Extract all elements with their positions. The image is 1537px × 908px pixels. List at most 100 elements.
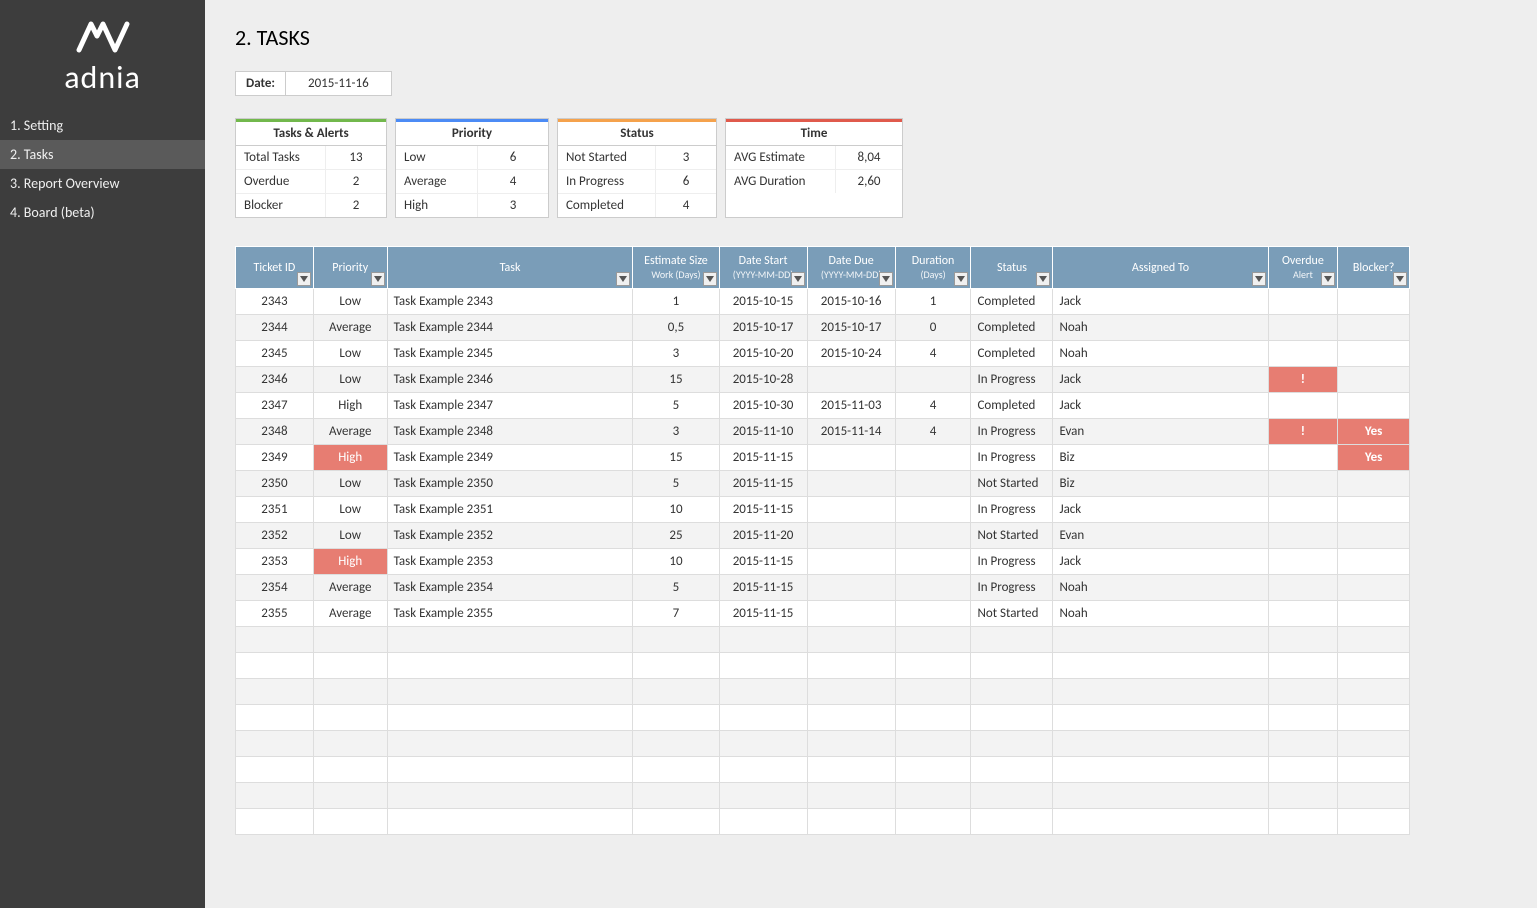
cell-empty[interactable]: [807, 783, 895, 809]
table-row-empty[interactable]: [236, 809, 1410, 835]
cell-task[interactable]: Task Example 2352: [387, 523, 633, 549]
column-header-0[interactable]: Ticket ID: [236, 247, 314, 289]
cell-estimate[interactable]: 3: [633, 419, 719, 445]
cell-duration[interactable]: [895, 601, 971, 627]
cell-date-start[interactable]: 2015-10-28: [719, 367, 807, 393]
cell-status[interactable]: Completed: [971, 393, 1053, 419]
cell-status[interactable]: In Progress: [971, 549, 1053, 575]
cell-empty[interactable]: [1268, 679, 1338, 705]
cell-ticket-id[interactable]: 2343: [236, 289, 314, 315]
cell-date-due[interactable]: 2015-10-16: [807, 289, 895, 315]
cell-assigned[interactable]: Noah: [1053, 601, 1268, 627]
table-row[interactable]: 2352LowTask Example 2352252015-11-20Not …: [236, 523, 1410, 549]
cell-blocker[interactable]: [1338, 523, 1410, 549]
cell-blocker[interactable]: [1338, 497, 1410, 523]
cell-empty[interactable]: [387, 809, 633, 835]
cell-ticket-id[interactable]: 2346: [236, 367, 314, 393]
cell-assigned[interactable]: Jack: [1053, 367, 1268, 393]
cell-empty[interactable]: [971, 627, 1053, 653]
cell-empty[interactable]: [236, 627, 314, 653]
cell-assigned[interactable]: Biz: [1053, 471, 1268, 497]
cell-priority[interactable]: Low: [313, 471, 387, 497]
cell-duration[interactable]: [895, 367, 971, 393]
table-row-empty[interactable]: [236, 653, 1410, 679]
cell-empty[interactable]: [1338, 783, 1410, 809]
cell-status[interactable]: Completed: [971, 289, 1053, 315]
cell-ticket-id[interactable]: 2344: [236, 315, 314, 341]
cell-empty[interactable]: [971, 731, 1053, 757]
cell-task[interactable]: Task Example 2354: [387, 575, 633, 601]
table-row[interactable]: 2344AverageTask Example 23440,52015-10-1…: [236, 315, 1410, 341]
cell-estimate[interactable]: 5: [633, 575, 719, 601]
filter-dropdown-icon[interactable]: [371, 272, 385, 286]
column-header-5[interactable]: Date Due(YYYY-MM-DD): [807, 247, 895, 289]
cell-empty[interactable]: [313, 653, 387, 679]
cell-empty[interactable]: [1268, 731, 1338, 757]
cell-task[interactable]: Task Example 2351: [387, 497, 633, 523]
cell-task[interactable]: Task Example 2346: [387, 367, 633, 393]
cell-date-due[interactable]: [807, 523, 895, 549]
cell-empty[interactable]: [236, 653, 314, 679]
table-row-empty[interactable]: [236, 757, 1410, 783]
cell-empty[interactable]: [1338, 731, 1410, 757]
cell-duration[interactable]: [895, 445, 971, 471]
cell-empty[interactable]: [971, 705, 1053, 731]
filter-dropdown-icon[interactable]: [703, 272, 717, 286]
cell-overdue[interactable]: [1268, 497, 1338, 523]
cell-empty[interactable]: [807, 653, 895, 679]
column-header-4[interactable]: Date Start(YYYY-MM-DD): [719, 247, 807, 289]
filter-dropdown-icon[interactable]: [1036, 272, 1050, 286]
cell-empty[interactable]: [313, 783, 387, 809]
cell-date-start[interactable]: 2015-10-15: [719, 289, 807, 315]
cell-task[interactable]: Task Example 2353: [387, 549, 633, 575]
cell-date-due[interactable]: 2015-11-03: [807, 393, 895, 419]
cell-date-start[interactable]: 2015-11-15: [719, 601, 807, 627]
table-row[interactable]: 2354AverageTask Example 235452015-11-15I…: [236, 575, 1410, 601]
cell-date-start[interactable]: 2015-11-20: [719, 523, 807, 549]
cell-date-due[interactable]: [807, 549, 895, 575]
cell-empty[interactable]: [971, 809, 1053, 835]
cell-blocker[interactable]: [1338, 471, 1410, 497]
cell-date-due[interactable]: 2015-11-14: [807, 419, 895, 445]
nav-item-1[interactable]: 2. Tasks: [0, 140, 205, 169]
cell-task[interactable]: Task Example 2355: [387, 601, 633, 627]
cell-priority[interactable]: Low: [313, 497, 387, 523]
cell-empty[interactable]: [1053, 809, 1268, 835]
cell-ticket-id[interactable]: 2355: [236, 601, 314, 627]
cell-empty[interactable]: [895, 653, 971, 679]
cell-status[interactable]: Completed: [971, 341, 1053, 367]
cell-empty[interactable]: [807, 757, 895, 783]
cell-priority[interactable]: Low: [313, 523, 387, 549]
cell-task[interactable]: Task Example 2349: [387, 445, 633, 471]
filter-dropdown-icon[interactable]: [879, 272, 893, 286]
nav-item-0[interactable]: 1. Setting: [0, 111, 205, 140]
column-header-1[interactable]: Priority: [313, 247, 387, 289]
cell-empty[interactable]: [633, 627, 719, 653]
cell-empty[interactable]: [895, 679, 971, 705]
cell-ticket-id[interactable]: 2345: [236, 341, 314, 367]
cell-task[interactable]: Task Example 2348: [387, 419, 633, 445]
cell-empty[interactable]: [633, 731, 719, 757]
filter-dropdown-icon[interactable]: [1252, 272, 1266, 286]
table-row[interactable]: 2355AverageTask Example 235572015-11-15N…: [236, 601, 1410, 627]
cell-status[interactable]: In Progress: [971, 445, 1053, 471]
cell-empty[interactable]: [895, 783, 971, 809]
cell-empty[interactable]: [387, 679, 633, 705]
cell-date-start[interactable]: 2015-11-15: [719, 497, 807, 523]
table-row-empty[interactable]: [236, 731, 1410, 757]
table-row[interactable]: 2346LowTask Example 2346152015-10-28In P…: [236, 367, 1410, 393]
cell-empty[interactable]: [1268, 783, 1338, 809]
cell-empty[interactable]: [387, 627, 633, 653]
cell-date-due[interactable]: [807, 497, 895, 523]
cell-estimate[interactable]: 10: [633, 497, 719, 523]
cell-empty[interactable]: [1053, 653, 1268, 679]
table-row-empty[interactable]: [236, 627, 1410, 653]
cell-assigned[interactable]: Jack: [1053, 497, 1268, 523]
cell-ticket-id[interactable]: 2354: [236, 575, 314, 601]
cell-priority[interactable]: Average: [313, 315, 387, 341]
cell-assigned[interactable]: Jack: [1053, 289, 1268, 315]
cell-overdue[interactable]: [1268, 601, 1338, 627]
cell-estimate[interactable]: 5: [633, 471, 719, 497]
cell-empty[interactable]: [719, 731, 807, 757]
cell-empty[interactable]: [1268, 705, 1338, 731]
